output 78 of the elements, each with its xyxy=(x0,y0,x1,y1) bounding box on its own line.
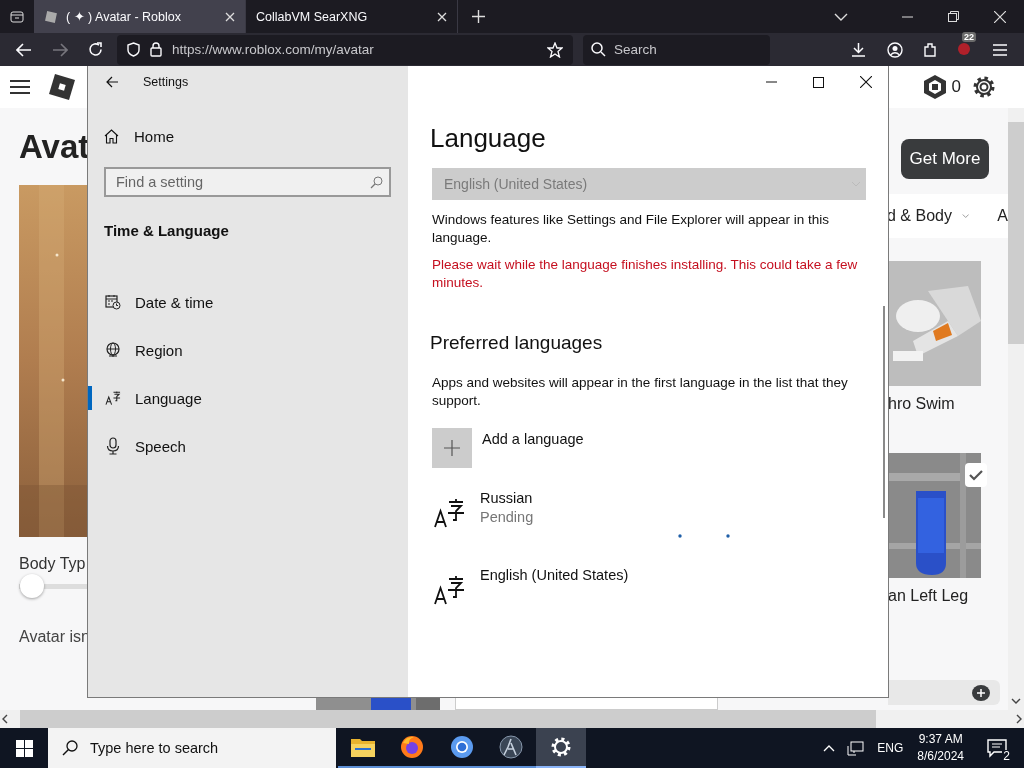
menu-icon[interactable] xyxy=(10,79,30,95)
language-status: Pending xyxy=(480,509,534,525)
language-icon xyxy=(434,498,464,528)
search-icon xyxy=(62,740,78,756)
browser-tab[interactable]: ( ✦ ) Avatar - Roblox xyxy=(34,0,246,33)
browser-icon[interactable] xyxy=(449,735,474,759)
notification-count: 2 xyxy=(1002,750,1011,763)
language-indicator[interactable]: ENG xyxy=(877,741,904,755)
search-icon xyxy=(370,175,383,189)
notification-badge: 22 xyxy=(962,31,976,42)
language-icon xyxy=(105,390,121,406)
plus-icon xyxy=(444,440,460,456)
shield-icon xyxy=(127,42,140,57)
account-icon[interactable] xyxy=(887,41,903,58)
nav-item[interactable]: Region xyxy=(88,326,408,374)
window-title: Settings xyxy=(143,75,189,89)
browser-icon[interactable] xyxy=(400,735,425,759)
notification-icon[interactable] xyxy=(986,737,1008,759)
scroll-left-icon[interactable] xyxy=(2,714,8,724)
roblox-logo-icon[interactable] xyxy=(48,73,76,101)
language-icon xyxy=(434,575,464,605)
robux-count: 0 xyxy=(951,77,961,97)
language-name[interactable]: Russian xyxy=(480,490,534,506)
get-more-button[interactable]: Get More xyxy=(901,139,989,179)
section-heading: Time & Language xyxy=(104,221,230,241)
search-field[interactable]: Type here to search xyxy=(48,728,336,768)
back-icon[interactable] xyxy=(106,76,119,88)
scroll-right-icon[interactable] xyxy=(1016,714,1022,724)
microphone-icon xyxy=(106,437,120,455)
calendar-clock-icon xyxy=(105,294,121,310)
close-icon[interactable] xyxy=(860,76,872,88)
chevron-up-icon[interactable] xyxy=(823,744,836,752)
warning-text: Please wait while the language finishes installing. This could take a few minutes. xyxy=(432,256,859,292)
forward-icon[interactable] xyxy=(52,42,68,57)
nav-item[interactable]: Speech xyxy=(88,422,408,470)
roblox-icon xyxy=(44,9,58,24)
slider-thumb[interactable] xyxy=(20,574,44,598)
network-icon[interactable] xyxy=(847,740,865,756)
robux-icon[interactable] xyxy=(921,74,948,100)
language-name[interactable]: English (United States) xyxy=(480,567,629,583)
scrollbar[interactable] xyxy=(0,710,1024,728)
category-tab[interactable]: A xyxy=(997,207,1008,225)
item-name: an Left Leg xyxy=(888,587,970,605)
new-tab-icon[interactable] xyxy=(472,10,485,23)
address-bar[interactable]: https://www.roblox.com/my/avatar xyxy=(117,34,573,65)
scrollbar[interactable] xyxy=(1008,108,1024,710)
tab-list-icon[interactable] xyxy=(10,9,24,24)
nav-item[interactable]: Date & time xyxy=(88,278,408,326)
download-icon[interactable] xyxy=(851,42,866,57)
maximize-icon[interactable] xyxy=(813,76,824,88)
globe-icon xyxy=(105,342,121,358)
search-icon xyxy=(591,42,606,57)
star-icon[interactable] xyxy=(547,41,563,58)
description-text: Windows features like Settings and File Explorer will appear in this language. xyxy=(432,211,830,247)
home-link[interactable]: Home xyxy=(88,124,408,148)
description-text: Apps and websites will appear in the first language in the list that they support. xyxy=(432,374,849,410)
folder-icon[interactable] xyxy=(350,737,375,757)
section-heading: Preferred languages xyxy=(430,332,604,354)
lock-icon xyxy=(150,42,162,57)
reload-icon[interactable] xyxy=(88,42,103,57)
clock[interactable]: 9:37 AM 8/6/2024 xyxy=(917,731,964,765)
scrollbar[interactable] xyxy=(883,306,885,518)
page-title: Language xyxy=(430,122,547,154)
scroll-down-icon[interactable] xyxy=(1011,698,1021,704)
search-field[interactable]: Search xyxy=(583,34,770,65)
nav-item[interactable]: Language xyxy=(88,374,408,422)
start-icon[interactable] xyxy=(16,739,33,757)
home-icon xyxy=(104,128,119,144)
item-name: hro Swim xyxy=(888,395,956,413)
restore-icon[interactable] xyxy=(948,11,959,22)
add-icon[interactable] xyxy=(972,684,990,701)
extensions-icon[interactable] xyxy=(923,42,938,57)
game-icon[interactable] xyxy=(499,735,524,759)
settings-icon[interactable] xyxy=(549,736,572,758)
add-language-label[interactable]: Add a language xyxy=(482,431,584,447)
settings-icon[interactable] xyxy=(971,74,997,100)
body-type-label: Body Typ xyxy=(19,555,87,573)
search-field[interactable]: Find a setting xyxy=(104,167,391,197)
